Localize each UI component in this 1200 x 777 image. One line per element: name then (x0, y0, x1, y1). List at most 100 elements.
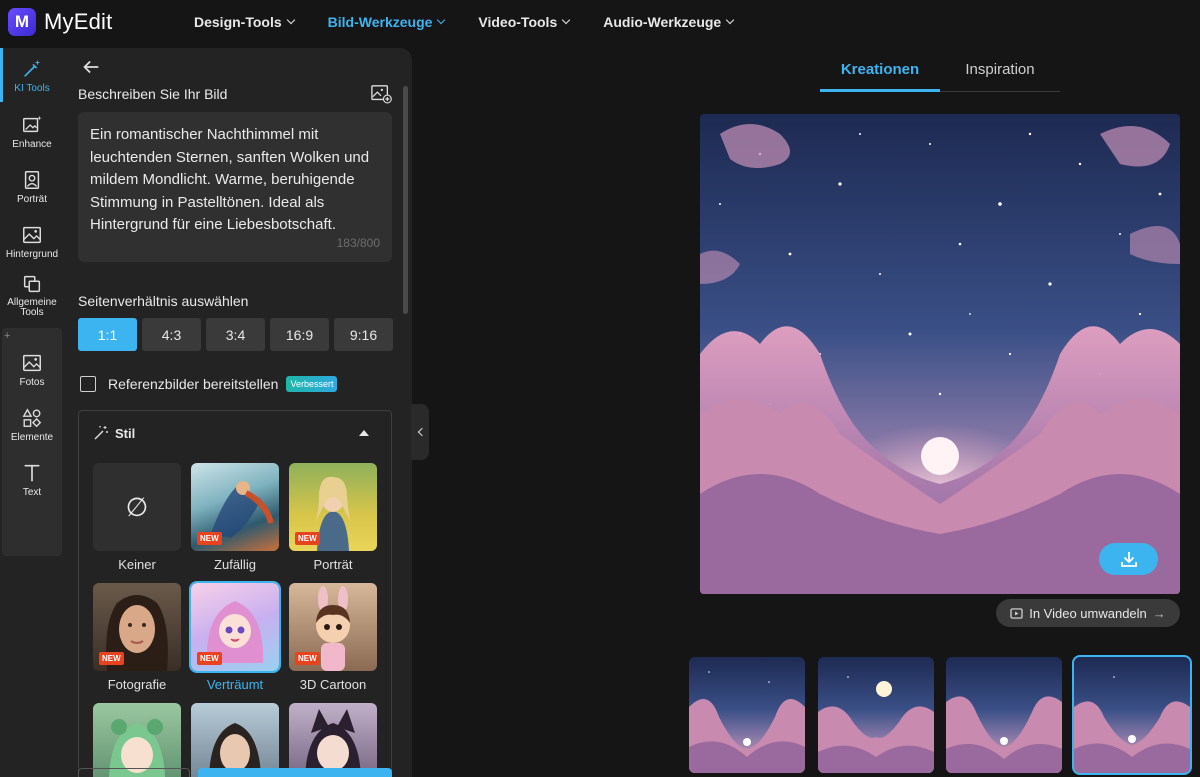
convert-to-video-label: In Video umwandeln (1029, 605, 1147, 621)
new-badge: NEW (295, 532, 320, 545)
chevron-down-icon (437, 15, 446, 25)
style-tile-realistic[interactable] (191, 703, 279, 777)
download-button[interactable] (1099, 543, 1158, 575)
text-icon (24, 464, 40, 482)
video-camera-icon (1010, 607, 1023, 619)
char-counter: 183/800 (336, 235, 380, 250)
nav-audio-tools[interactable]: Audio-Werkzeuge (603, 14, 735, 30)
ratio-selector: 1:1 4:3 3:4 16:9 9:16 (78, 318, 398, 351)
style-tile-cat-girl[interactable] (289, 703, 377, 777)
style-tile-dreamy[interactable]: NEW (189, 581, 281, 673)
thumbnail-image (818, 657, 934, 773)
rail-item-ki-tools[interactable]: KI Tools (2, 58, 62, 94)
generate-button[interactable] (198, 768, 392, 777)
rail-item-portrait[interactable]: Porträt (2, 169, 62, 205)
rail-item-elements[interactable]: Elemente (2, 407, 62, 443)
panel-collapse-toggle[interactable] (411, 404, 429, 460)
nav-label: Bild-Werkzeuge (327, 14, 433, 30)
background-icon (23, 226, 41, 244)
style-tile-none[interactable]: ∅ (93, 463, 181, 551)
photo-icon (23, 354, 41, 372)
tab-creations[interactable]: Kreationen (820, 54, 940, 92)
ratio-3-4-button[interactable]: 3:4 (206, 318, 265, 351)
prompt-text: Ein romantischer Nachthimmel mit leuchte… (90, 126, 370, 233)
rail-label: Fotos (19, 377, 45, 388)
realistic-art (209, 723, 261, 777)
top-navigation: M MyEdit Design-Tools Bild-Werkzeuge Vid… (0, 0, 1200, 44)
ratio-16-9-button[interactable]: 16:9 (270, 318, 329, 351)
improved-badge: Verbessert (286, 376, 338, 392)
chevron-left-icon (417, 427, 426, 437)
generated-image[interactable] (700, 114, 1180, 594)
result-thumbnail-1[interactable] (689, 657, 805, 773)
cat-girl-art (305, 709, 361, 777)
style-label-selected: Verträumt (206, 677, 264, 692)
ai-generator-panel: Beschreiben Sie Ihr Bild Ein romantische… (64, 48, 412, 777)
style-label: Fotografie (107, 677, 167, 692)
convert-to-video-button[interactable]: In Video umwandeln → (996, 599, 1180, 627)
night-sky-image (700, 114, 1180, 594)
rail-item-enhance[interactable]: Enhance (2, 114, 62, 150)
ratio-4-3-button[interactable]: 4:3 (142, 318, 201, 351)
tab-inspiration[interactable]: Inspiration (940, 54, 1060, 91)
collapse-caret-icon[interactable] (359, 430, 369, 436)
magic-wand-icon (94, 426, 108, 440)
result-thumbnail-3[interactable] (946, 657, 1062, 773)
result-thumbnail-2[interactable] (818, 657, 934, 773)
nav-design-tools[interactable]: Design-Tools (194, 14, 295, 30)
nav-label: Video-Tools (478, 14, 558, 30)
reference-label: Referenzbilder bereitstellen (108, 376, 279, 392)
style-tile-photography[interactable]: NEW (93, 583, 181, 671)
app-logo[interactable]: M MyEdit (8, 8, 188, 36)
style-label: Porträt (313, 557, 353, 572)
style-section: Stil ∅ Keiner NEW Zufällig NEW Porträt N… (78, 410, 392, 777)
tool-rail: + KI Tools Enhance Porträt Hintergrund A… (0, 48, 64, 777)
portrait-icon (24, 171, 40, 189)
logo-mark: M (8, 8, 36, 36)
rail-item-photos[interactable]: Fotos (2, 352, 62, 388)
new-badge: NEW (197, 532, 222, 545)
rail-item-general-tools[interactable]: Allgemeine Tools (2, 273, 62, 318)
style-header[interactable]: Stil (93, 425, 135, 441)
describe-title: Beschreiben Sie Ihr Bild (78, 86, 228, 102)
ratio-1-1-button[interactable]: 1:1 (78, 318, 137, 351)
style-tile-portrait[interactable]: NEW (289, 463, 377, 551)
new-badge: NEW (197, 652, 222, 665)
style-tile-random[interactable]: NEW (191, 463, 279, 551)
rail-label: Hintergrund (5, 249, 59, 260)
shapes-icon (22, 408, 42, 428)
upload-image-icon[interactable] (370, 84, 392, 104)
back-arrow-icon[interactable] (80, 56, 102, 78)
nav-image-tools[interactable]: Bild-Werkzeuge (327, 14, 446, 30)
nav-label: Audio-Werkzeuge (603, 14, 722, 30)
style-label: Zufällig (214, 557, 256, 572)
result-thumbnail-4-selected[interactable] (1072, 655, 1192, 775)
rail-label: Enhance (12, 139, 52, 150)
prompt-textarea[interactable]: Ein romantischer Nachthimmel mit leuchte… (78, 112, 392, 262)
panel-scrollbar[interactable] (403, 86, 408, 314)
secondary-action-button[interactable] (78, 768, 190, 777)
reference-images-row: Referenzbilder bereitstellen Verbessert (80, 376, 338, 392)
anime-green-art (109, 719, 165, 777)
style-label: Keiner (118, 557, 156, 572)
rail-label: Porträt (16, 194, 47, 205)
results-tabs: Kreationen Inspiration (820, 54, 1060, 92)
image-sparkle-icon (23, 115, 42, 133)
reference-checkbox[interactable] (80, 376, 96, 392)
style-tile-3d-cartoon[interactable]: NEW (289, 583, 377, 671)
magic-wand-icon (24, 59, 41, 77)
copy-icon (23, 275, 41, 293)
rail-label: Elemente (10, 432, 54, 443)
style-tile-anime-green[interactable] (93, 703, 181, 777)
rail-item-background[interactable]: Hintergrund (2, 224, 62, 260)
arrow-right-icon: → (1152, 605, 1166, 621)
ratio-title: Seitenverhältnis auswählen (78, 293, 249, 309)
rail-item-text[interactable]: Text (2, 462, 62, 498)
nav-video-tools[interactable]: Video-Tools (478, 14, 571, 30)
thumbnail-image (1074, 657, 1190, 773)
ratio-9-16-button[interactable]: 9:16 (334, 318, 393, 351)
thumbnail-image (946, 657, 1062, 773)
chevron-down-icon (561, 15, 571, 25)
rail-label: Text (22, 487, 42, 498)
new-badge: NEW (295, 652, 320, 665)
